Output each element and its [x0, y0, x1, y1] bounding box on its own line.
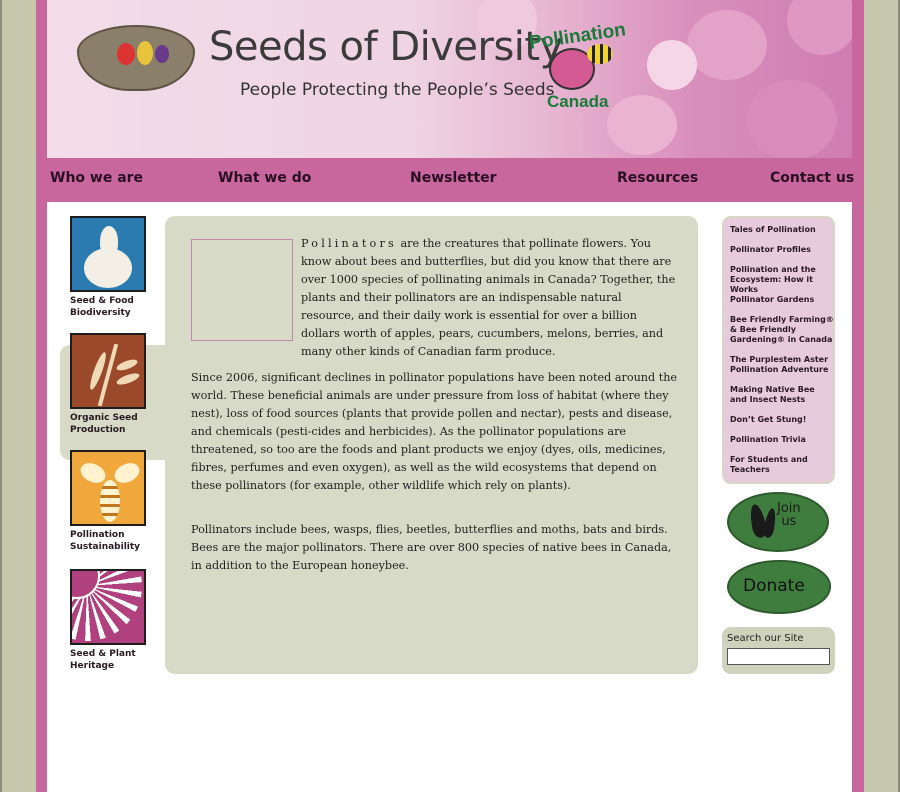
nav-what-we-do[interactable]: What we do — [218, 170, 311, 186]
category-seed-food-biodiversity[interactable]: Seed & Food Biodiversity — [70, 216, 160, 319]
category-label-line1: Organic Seed — [70, 413, 138, 423]
category-organic-seed-production[interactable]: Organic Seed Production — [70, 333, 160, 436]
side-menu-item[interactable]: The Purplestem Aster Pollination Adventu… — [730, 355, 834, 375]
category-label-line2: Sustainability — [70, 542, 141, 552]
pollination-side-menu: Tales of Pollination Pollinator Profiles… — [722, 216, 835, 484]
category-label-line1: Pollination — [70, 530, 125, 540]
category-seed-plant-heritage[interactable]: Seed & Plant Heritage — [70, 569, 160, 672]
flower-decoration — [747, 80, 837, 158]
nav-who-we-are[interactable]: Who we are — [50, 170, 143, 186]
intro-text: are the creatures that pollinate flowers… — [301, 237, 676, 358]
flower-decoration — [787, 0, 852, 55]
donate-label: Donate — [743, 576, 805, 596]
join-us-button[interactable]: Join us — [727, 492, 829, 552]
nav-contact-us[interactable]: Contact us — [770, 170, 854, 186]
seed-icon — [762, 507, 778, 539]
side-menu-item[interactable]: Bee Friendly Farming® & Bee Friendly Gar… — [730, 315, 834, 345]
category-label-line1: Seed & Plant — [70, 649, 136, 659]
types-paragraph: Pollinators include bees, wasps, flies, … — [191, 523, 672, 572]
side-menu-item[interactable]: Tales of Pollination — [730, 225, 834, 235]
nav-resources[interactable]: Resources — [617, 170, 698, 186]
wheat-icon — [70, 333, 146, 409]
category-label-line1: Seed & Food — [70, 296, 134, 306]
side-menu-item[interactable]: Pollination Trivia — [730, 435, 834, 445]
category-pollination-sustainability[interactable]: Pollination Sustainability — [70, 450, 160, 553]
page-edge-left — [0, 0, 2, 792]
content-panel: Pollinators are the creatures that polli… — [165, 216, 698, 674]
intro-lead-word: Pollinators — [301, 237, 397, 250]
site-search: Search our Site — [722, 627, 835, 674]
partner-name-bottom: Canada — [547, 92, 609, 111]
main-nav: Who we are What we do Newsletter Resourc… — [36, 158, 863, 202]
pollination-canada-logo[interactable]: Pollination Canada — [525, 19, 637, 118]
side-menu-item[interactable]: Pollinator Profiles — [730, 245, 834, 255]
side-menu-item[interactable]: For Students and Teachers — [730, 455, 834, 475]
flower-decoration — [647, 40, 697, 90]
side-menu-item[interactable]: Making Native Bee and Insect Nests — [730, 385, 834, 405]
image-placeholder — [191, 239, 293, 341]
side-menu-item[interactable]: Pollinator Gardens — [730, 295, 834, 305]
category-label-line2: Biodiversity — [70, 308, 131, 318]
search-input[interactable] — [727, 648, 830, 665]
side-menu-item[interactable]: Pollination and the Ecosystem: How it Wo… — [730, 265, 834, 295]
side-menu-item[interactable]: Don’t Get Stung! — [730, 415, 834, 425]
search-label: Search our Site — [727, 633, 804, 644]
page-body: Seeds of Diversity People Protecting the… — [36, 0, 863, 792]
nav-newsletter[interactable]: Newsletter — [410, 170, 497, 186]
join-label-line2: us — [781, 514, 797, 529]
category-label-line2: Production — [70, 425, 126, 435]
flower-decoration — [687, 10, 767, 80]
garlic-icon — [70, 216, 146, 292]
seeds-hands-logo-icon[interactable] — [77, 25, 195, 91]
site-tagline: People Protecting the People’s Seeds — [240, 80, 555, 100]
site-title[interactable]: Seeds of Diversity — [209, 24, 563, 70]
header-banner: Seeds of Diversity People Protecting the… — [47, 0, 852, 158]
bee-icon — [587, 44, 613, 64]
bee-icon — [70, 450, 146, 526]
donate-button[interactable]: Donate — [727, 560, 831, 614]
sunflower-icon — [70, 569, 146, 645]
decline-paragraph: Since 2006, significant declines in poll… — [191, 371, 678, 492]
category-label-line2: Heritage — [70, 661, 115, 671]
intro-paragraph: Pollinators are the creatures that polli… — [301, 235, 677, 361]
